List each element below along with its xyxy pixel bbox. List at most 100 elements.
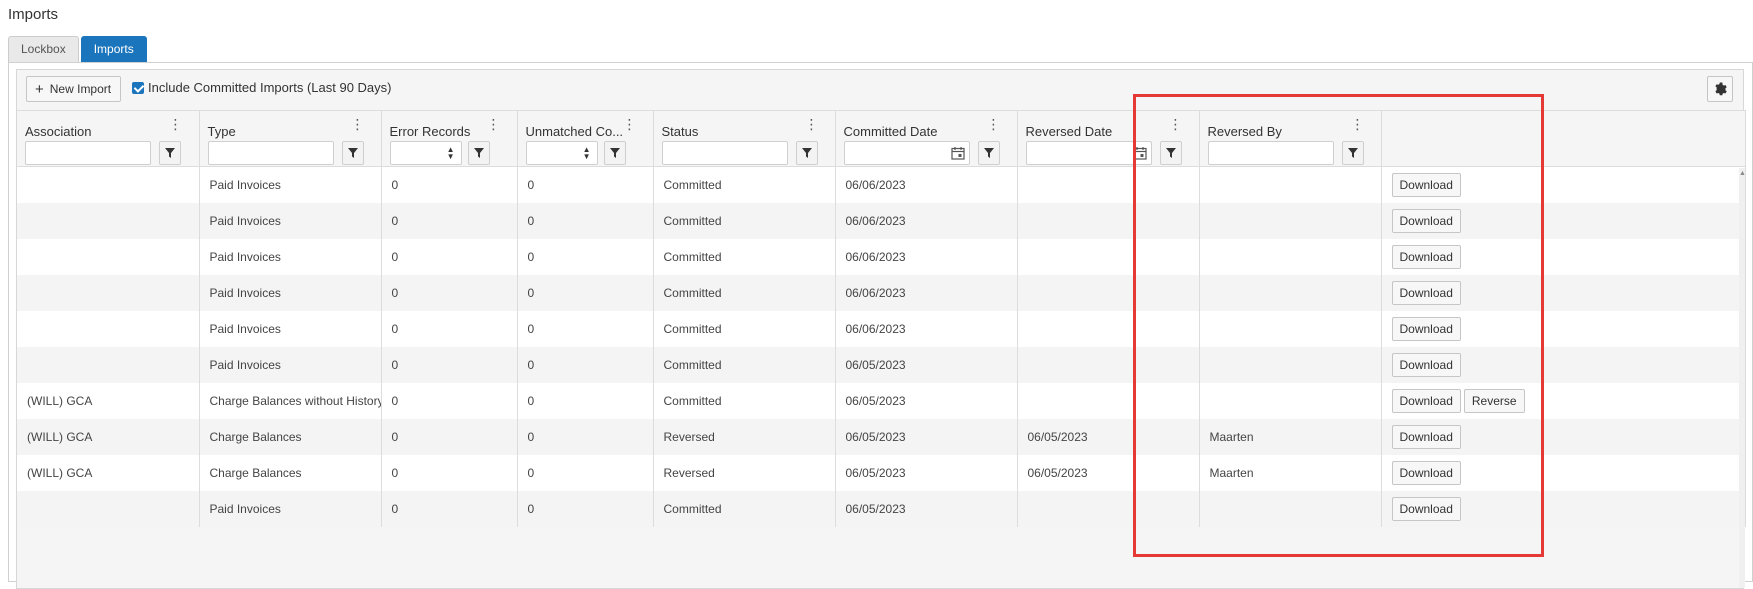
table-row[interactable]: (WILL) GCA Charge Balances 0 0 Reversed 06/05… — [17, 418, 1746, 455]
grid-settings-button[interactable] — [1707, 76, 1733, 102]
cell-actions: Download — [1381, 490, 1746, 527]
unmatched-filter-input[interactable]: ▲ ▼ — [525, 140, 598, 165]
kebab-menu-icon[interactable]: ⋮ — [1169, 117, 1183, 131]
table-row[interactable]: Paid Invoices 0 0 Committed 06/05/2023 Downlo… — [17, 490, 1746, 527]
reversed-by-filter-input[interactable] — [1207, 140, 1334, 165]
imports-panel: + New Import Include Committed Imports (… — [8, 62, 1753, 589]
scroll-up-arrow-icon[interactable]: ▲ — [1739, 170, 1746, 177]
cell-status: Committed — [653, 310, 836, 347]
cell-unmatched: 0 — [517, 490, 654, 527]
cell-unmatched: 0 — [517, 346, 654, 383]
filter-icon[interactable] — [1159, 140, 1182, 165]
cell-actions: Download — [1381, 202, 1746, 239]
cell-actions: Download — [1381, 166, 1746, 203]
filter-cell-reversed-by — [1199, 138, 1382, 167]
kebab-menu-icon[interactable]: ⋮ — [487, 117, 501, 131]
cell-reversed-date — [1017, 490, 1200, 527]
committed-date-filter-input[interactable] — [843, 140, 970, 165]
cell-actions: Download — [1381, 238, 1746, 275]
tab-imports[interactable]: Imports — [80, 36, 147, 62]
cell-committed-date: 06/06/2023 — [835, 274, 1018, 311]
download-button[interactable]: Download — [1391, 316, 1461, 341]
kebab-menu-icon[interactable]: ⋮ — [169, 117, 183, 131]
filter-icon[interactable] — [159, 140, 181, 165]
table-row[interactable]: Paid Invoices 0 0 Committed 06/06/2023 Downlo… — [17, 166, 1746, 203]
column-header-committed-date[interactable]: Committed Date ⋮ — [835, 110, 1018, 139]
include-committed-checkbox[interactable] — [132, 81, 144, 94]
new-import-label: New Import — [49, 82, 112, 96]
cell-error-records: 0 — [381, 490, 518, 527]
type-filter-input[interactable] — [207, 140, 334, 165]
download-button[interactable]: Download — [1391, 208, 1461, 233]
table-row[interactable]: Paid Invoices 0 0 Committed 06/05/2023 Downlo… — [17, 346, 1746, 383]
column-header-association[interactable]: Association ⋮ — [17, 110, 200, 139]
table-row[interactable]: Paid Invoices 0 0 Committed 06/06/2023 Downlo… — [17, 238, 1746, 275]
cell-association: (WILL) GCA — [17, 454, 200, 491]
cell-type: Charge Balances — [199, 418, 382, 455]
column-header-type[interactable]: Type ⋮ — [199, 110, 382, 139]
cell-reversed-by — [1199, 166, 1382, 203]
error-records-filter-input[interactable]: ▲ ▼ — [389, 140, 462, 165]
download-button[interactable]: Download — [1391, 424, 1461, 449]
table-row[interactable]: Paid Invoices 0 0 Committed 06/06/2023 Downlo… — [17, 310, 1746, 347]
cell-status: Reversed — [653, 454, 836, 491]
filter-cell-committed-date — [835, 138, 1018, 167]
cell-error-records: 0 — [381, 418, 518, 455]
filter-icon[interactable] — [1341, 140, 1364, 165]
cell-error-records: 0 — [381, 274, 518, 311]
download-button[interactable]: Download — [1391, 496, 1461, 521]
tab-lockbox[interactable]: Lockbox — [8, 36, 79, 62]
page-title: Imports — [8, 6, 59, 23]
table-row[interactable]: (WILL) GCA Charge Balances 0 0 Reversed 06/05… — [17, 454, 1746, 491]
column-header-error-records[interactable]: Error Records ⋮ — [381, 110, 518, 139]
table-row[interactable]: (WILL) GCA Charge Balances without Histor… — [17, 382, 1746, 419]
gear-icon — [1715, 82, 1727, 96]
status-filter-input[interactable] — [661, 140, 788, 165]
cell-error-records: 0 — [381, 454, 518, 491]
cell-reversed-by — [1199, 382, 1382, 419]
download-button[interactable]: Download — [1391, 352, 1461, 377]
column-header-status[interactable]: Status ⋮ — [653, 110, 836, 139]
cell-unmatched: 0 — [517, 202, 654, 239]
cell-reversed-by — [1199, 490, 1382, 527]
calendar-icon[interactable] — [1132, 146, 1147, 160]
download-button[interactable]: Download — [1391, 172, 1461, 197]
include-committed-toggle[interactable]: Include Committed Imports (Last 90 Days) — [132, 80, 391, 95]
filter-icon[interactable] — [341, 140, 364, 165]
cell-reversed-date: 06/05/2023 — [1017, 418, 1200, 455]
filter-cell-actions — [1381, 138, 1746, 167]
cell-type: Paid Invoices — [199, 490, 382, 527]
download-button[interactable]: Download — [1391, 280, 1461, 305]
cell-committed-date: 06/05/2023 — [835, 490, 1018, 527]
reversed-date-filter-input[interactable] — [1025, 140, 1152, 165]
kebab-menu-icon[interactable]: ⋮ — [805, 117, 819, 131]
cell-reversed-by — [1199, 346, 1382, 383]
column-header-reversed-by[interactable]: Reversed By ⋮ — [1199, 110, 1382, 139]
cell-status: Reversed — [653, 418, 836, 455]
kebab-menu-icon[interactable]: ⋮ — [987, 117, 1001, 131]
kebab-menu-icon[interactable]: ⋮ — [1351, 117, 1365, 131]
filter-icon[interactable] — [795, 140, 818, 165]
download-button[interactable]: Download — [1391, 460, 1461, 485]
column-header-unmatched[interactable]: Unmatched Co... ⋮ — [517, 110, 654, 139]
filter-icon[interactable] — [467, 140, 490, 165]
numeric-spinner-icon[interactable]: ▲ ▼ — [583, 145, 591, 160]
filter-icon[interactable] — [603, 140, 626, 165]
table-row[interactable]: Paid Invoices 0 0 Committed 06/06/2023 Downlo… — [17, 274, 1746, 311]
association-filter-input[interactable] — [25, 140, 151, 165]
cell-reversed-date — [1017, 202, 1200, 239]
cell-association: (WILL) GCA — [17, 382, 200, 419]
column-header-reversed-date[interactable]: Reversed Date ⋮ — [1017, 110, 1200, 139]
filter-icon[interactable] — [977, 140, 1000, 165]
calendar-icon[interactable] — [950, 146, 965, 160]
numeric-spinner-icon[interactable]: ▲ ▼ — [447, 145, 455, 160]
kebab-menu-icon[interactable]: ⋮ — [351, 117, 365, 131]
vertical-scrollbar[interactable] — [1739, 168, 1745, 588]
imports-table: Association ⋮ Type ⋮ Error Records ⋮ Unmatc… — [17, 110, 1746, 527]
download-button[interactable]: Download — [1391, 244, 1461, 269]
reverse-button[interactable]: Reverse — [1463, 388, 1525, 413]
new-import-button[interactable]: + New Import — [26, 76, 121, 102]
download-button[interactable]: Download — [1391, 388, 1461, 413]
table-row[interactable]: Paid Invoices 0 0 Committed 06/06/2023 Downlo… — [17, 202, 1746, 239]
kebab-menu-icon[interactable]: ⋮ — [623, 117, 637, 131]
